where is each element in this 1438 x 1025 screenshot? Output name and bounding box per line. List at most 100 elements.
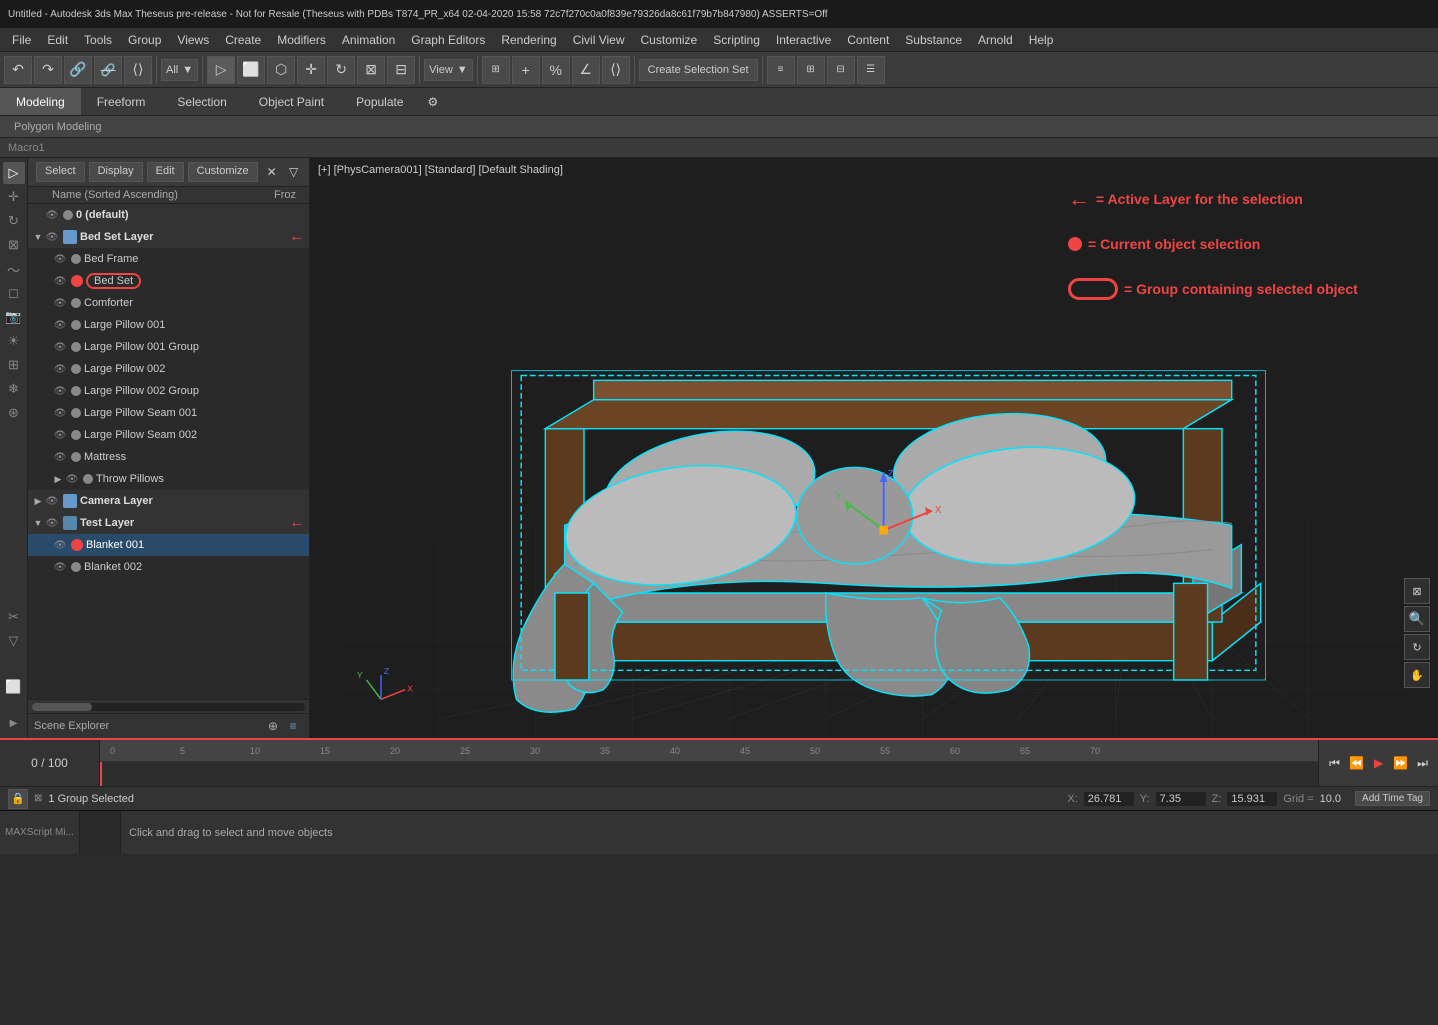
- move-tool[interactable]: ✛: [297, 56, 325, 84]
- tree-item-bed-set-obj[interactable]: 👁 Bed Set: [28, 270, 309, 292]
- scene-customize-btn[interactable]: Customize: [188, 162, 258, 182]
- vis-icon-mattress[interactable]: 👁: [52, 449, 68, 465]
- vis-icon-camera[interactable]: 👁: [44, 493, 60, 509]
- sidebar-select-icon[interactable]: ▷: [3, 162, 25, 184]
- tree-item-comforter[interactable]: 👁 Comforter: [28, 292, 309, 314]
- z-value[interactable]: 15.931: [1227, 792, 1277, 806]
- menu-graph-editors[interactable]: Graph Editors: [403, 31, 493, 49]
- sidebar-arrow-icon[interactable]: ▶: [3, 712, 25, 734]
- grid-button[interactable]: ⊞: [797, 56, 825, 84]
- table-view-button[interactable]: ⊟: [827, 56, 855, 84]
- vis-icon-default[interactable]: 👁: [44, 207, 60, 223]
- tree-item-large-pillow-002[interactable]: 👁 Large Pillow 002: [28, 358, 309, 380]
- vis-icon-bed-frame[interactable]: 👁: [52, 251, 68, 267]
- unlink-button[interactable]: 🔗: [94, 56, 122, 84]
- menu-animation[interactable]: Animation: [334, 31, 403, 49]
- scene-explorer-toggle[interactable]: ☰: [857, 56, 885, 84]
- pan-button[interactable]: ✋: [1404, 662, 1430, 688]
- menu-modifiers[interactable]: Modifiers: [269, 31, 334, 49]
- vis-icon-large-pillow-001[interactable]: 👁: [52, 317, 68, 333]
- expand-icon-throw-pillows[interactable]: ▶: [52, 474, 64, 485]
- bind-button[interactable]: ⟨⟩: [124, 56, 152, 84]
- vis-icon-large-pillow-001-group[interactable]: 👁: [52, 339, 68, 355]
- tree-item-mattress[interactable]: 👁 Mattress: [28, 446, 309, 468]
- y-value[interactable]: 7.35: [1156, 792, 1206, 806]
- rotate-tool[interactable]: ↻: [327, 56, 355, 84]
- layer-item-default[interactable]: 👁 0 (default): [28, 204, 309, 226]
- select-tool[interactable]: ▷: [207, 56, 235, 84]
- go-start-button[interactable]: ⏮: [1325, 753, 1345, 773]
- sidebar-light-icon[interactable]: ☀: [3, 330, 25, 352]
- scrollbar-thumb[interactable]: [32, 703, 92, 711]
- scene-edit-btn[interactable]: Edit: [147, 162, 184, 182]
- mirror-tool[interactable]: ⊟: [387, 56, 415, 84]
- percent-snap[interactable]: %: [542, 56, 570, 84]
- expand-icon-test[interactable]: ▼: [32, 518, 44, 528]
- angle-snap[interactable]: ∠: [572, 56, 600, 84]
- sidebar-rotate-icon[interactable]: ↻: [3, 210, 25, 232]
- tab-modeling[interactable]: Modeling: [0, 88, 81, 115]
- menu-views[interactable]: Views: [169, 31, 217, 49]
- create-selection-set-button[interactable]: Create Selection Set: [639, 59, 758, 81]
- orbit-button[interactable]: ↻: [1404, 634, 1430, 660]
- vis-icon-large-pillow-seam-001[interactable]: 👁: [52, 405, 68, 421]
- filter-dropdown[interactable]: All ▼: [161, 59, 198, 81]
- tab-object-paint[interactable]: Object Paint: [243, 88, 340, 115]
- vis-icon-large-pillow-seam-002[interactable]: 👁: [52, 427, 68, 443]
- scene-select-btn[interactable]: Select: [36, 162, 85, 182]
- vis-icon-test[interactable]: 👁: [44, 515, 60, 531]
- tree-item-large-pillow-002-group[interactable]: 👁 Large Pillow 002 Group: [28, 380, 309, 402]
- vis-icon-large-pillow-002-group[interactable]: 👁: [52, 383, 68, 399]
- menu-customize[interactable]: Customize: [633, 31, 706, 49]
- scene-display-btn[interactable]: Display: [89, 162, 143, 182]
- add-time-tag-button[interactable]: Add Time Tag: [1355, 791, 1430, 806]
- vis-icon-large-pillow-002[interactable]: 👁: [52, 361, 68, 377]
- scale-tool[interactable]: ⊠: [357, 56, 385, 84]
- tree-item-throw-pillows[interactable]: ▶ 👁 Throw Pillows: [28, 468, 309, 490]
- snap-tool[interactable]: +: [512, 56, 540, 84]
- tab-freeform[interactable]: Freeform: [81, 88, 162, 115]
- menu-rendering[interactable]: Rendering: [493, 31, 564, 49]
- lasso-tool[interactable]: ⬡: [267, 56, 295, 84]
- align-button[interactable]: ⊞: [482, 56, 510, 84]
- sidebar-pin-icon[interactable]: ⊛: [3, 402, 25, 424]
- menu-help[interactable]: Help: [1021, 31, 1062, 49]
- x-value[interactable]: 26.781: [1084, 792, 1134, 806]
- tree-item-large-pillow-001-group[interactable]: 👁 Large Pillow 001 Group: [28, 336, 309, 358]
- next-frame-button[interactable]: ⏩: [1391, 753, 1411, 773]
- vis-icon-bed-set[interactable]: 👁: [44, 229, 60, 245]
- scene-explorer-options-icon[interactable]: ⊕: [263, 716, 283, 736]
- snap-options[interactable]: ⟨⟩: [602, 56, 630, 84]
- vis-icon-blanket-001[interactable]: 👁: [52, 537, 68, 553]
- vis-icon-blanket-002[interactable]: 👁: [52, 559, 68, 575]
- sidebar-camera-icon[interactable]: 📷: [3, 306, 25, 328]
- zoom-extents-button[interactable]: ⊠: [1404, 578, 1430, 604]
- layer-item-bed-set[interactable]: ▼ 👁 Bed Set Layer ←: [28, 226, 309, 248]
- tree-item-large-pillow-001[interactable]: 👁 Large Pillow 001: [28, 314, 309, 336]
- sidebar-snow-icon[interactable]: ❄: [3, 378, 25, 400]
- scene-filter-btn[interactable]: ▽: [284, 162, 304, 182]
- menu-content[interactable]: Content: [839, 31, 897, 49]
- menu-group[interactable]: Group: [120, 31, 169, 49]
- timeline-ruler[interactable]: 0 5 10 15 20 25 30 35 40 45 50 55 60 65 …: [100, 740, 1318, 786]
- sidebar-mesh-icon[interactable]: ⊞: [3, 354, 25, 376]
- column-frozen-header[interactable]: Froz: [265, 189, 305, 201]
- go-end-button[interactable]: ⏭: [1413, 753, 1433, 773]
- menu-arnold[interactable]: Arnold: [970, 31, 1021, 49]
- animation-track[interactable]: [100, 762, 1318, 786]
- menu-interactive[interactable]: Interactive: [768, 31, 839, 49]
- tree-scrollbar[interactable]: [28, 699, 309, 713]
- vis-icon-throw-pillows[interactable]: 👁: [64, 471, 80, 487]
- sidebar-squiggly-icon[interactable]: 〜: [3, 258, 25, 280]
- scene-search-clear-btn[interactable]: ✕: [262, 162, 282, 182]
- sidebar-object-icon[interactable]: ⬜: [3, 676, 25, 698]
- redo-button[interactable]: ↷: [34, 56, 62, 84]
- sidebar-funnel-icon[interactable]: ▽: [3, 630, 25, 652]
- tree-item-bed-frame[interactable]: 👁 Bed Frame: [28, 248, 309, 270]
- layer-item-camera[interactable]: ▶ 👁 Camera Layer: [28, 490, 309, 512]
- main-viewport[interactable]: [+] [PhysCamera001] [Standard] [Default …: [310, 158, 1438, 738]
- menu-civil-view[interactable]: Civil View: [565, 31, 633, 49]
- play-button[interactable]: ▶: [1369, 753, 1389, 773]
- scene-tree[interactable]: 👁 0 (default) ▼ 👁 Bed Set Layer ← 👁 Be: [28, 204, 309, 699]
- vis-icon-bed-set-obj[interactable]: 👁: [52, 273, 68, 289]
